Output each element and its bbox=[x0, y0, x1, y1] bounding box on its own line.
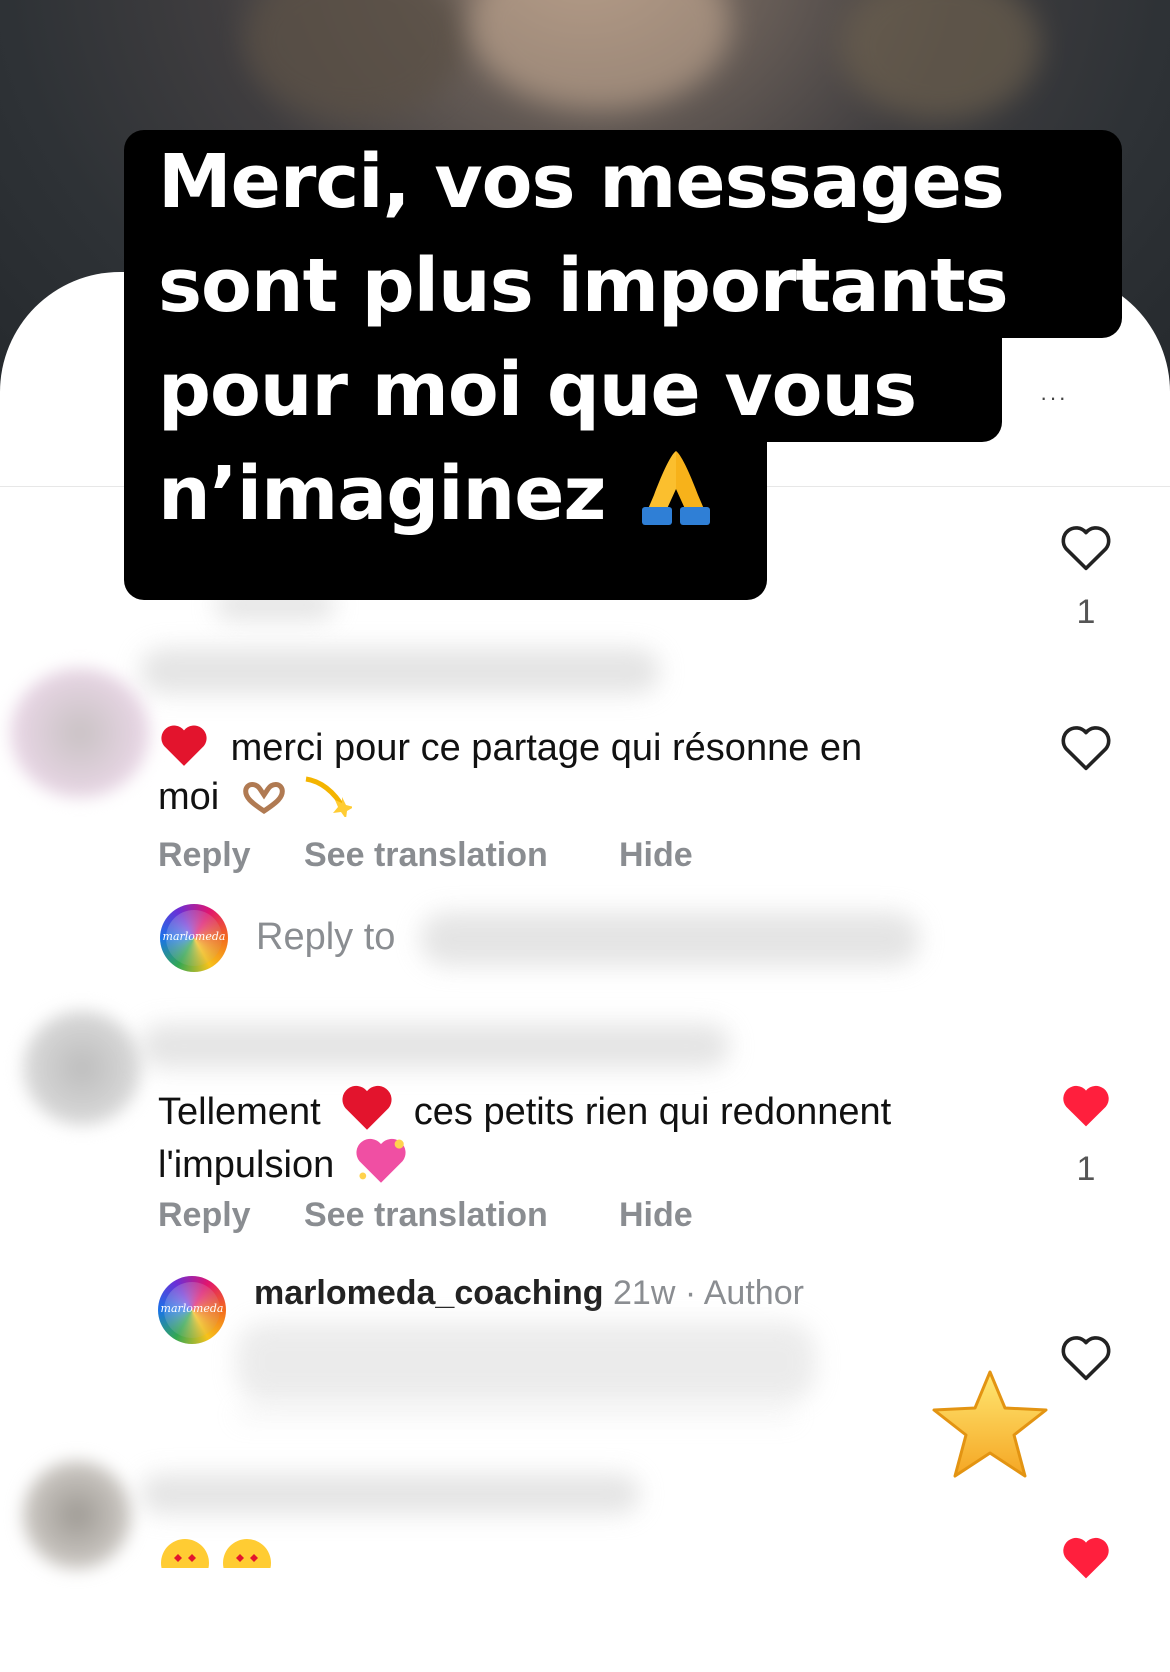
blurred-username bbox=[420, 912, 920, 966]
avatar: marlomeda bbox=[160, 904, 228, 972]
heart-filled-icon[interactable] bbox=[1059, 1532, 1113, 1582]
avatar[interactable] bbox=[22, 1010, 142, 1126]
blurred-username bbox=[140, 648, 660, 694]
avatar[interactable] bbox=[10, 668, 150, 798]
praying-hands-emoji bbox=[642, 451, 711, 525]
star-emoji bbox=[932, 1370, 1048, 1478]
caption-line: sont plus importants bbox=[124, 234, 1122, 338]
red-heart-emoji bbox=[342, 1085, 392, 1130]
author-line: marlomeda_coaching 21w · Author bbox=[254, 1274, 804, 1313]
dizzy-emoji bbox=[305, 776, 353, 817]
blurred-content bbox=[236, 1410, 796, 1420]
author-username[interactable]: marlomeda_coaching bbox=[254, 1274, 604, 1312]
more-options-icon[interactable]: ··· bbox=[1040, 385, 1068, 411]
avatar[interactable] bbox=[22, 1460, 132, 1570]
comment-text: Tellement ces petits rien qui redonnent … bbox=[158, 1082, 1028, 1188]
heart-outline-icon[interactable] bbox=[1059, 1332, 1113, 1382]
heart-filled-icon[interactable] bbox=[1059, 1080, 1113, 1130]
blurred-username bbox=[140, 1474, 640, 1514]
reply-button[interactable]: Reply bbox=[158, 1196, 251, 1235]
blurred-content bbox=[236, 1322, 816, 1402]
reply-input[interactable]: Reply to bbox=[256, 916, 395, 959]
meta-separator: · bbox=[684, 1274, 697, 1312]
reply-time: 21w bbox=[613, 1274, 676, 1312]
heart-eyes-emoji bbox=[161, 1539, 209, 1568]
avatar[interactable]: marlomeda bbox=[158, 1276, 226, 1344]
heart-outline-icon[interactable] bbox=[1059, 522, 1113, 572]
comment-text: merci pour ce partage qui résonne en moi bbox=[158, 722, 1018, 820]
red-heart-emoji bbox=[161, 725, 207, 766]
hide-button[interactable]: Hide bbox=[619, 1196, 693, 1235]
see-translation-button[interactable]: See translation bbox=[304, 836, 548, 875]
caption-line: Merci, vos messages bbox=[124, 130, 1122, 234]
heart-outline-icon[interactable] bbox=[1059, 722, 1113, 772]
heart-hands-emoji bbox=[243, 782, 285, 815]
hide-button[interactable]: Hide bbox=[619, 836, 693, 875]
sparkling-heart-emoji bbox=[356, 1138, 406, 1183]
reply-button[interactable]: Reply bbox=[158, 836, 251, 875]
like-count: 1 bbox=[1076, 1150, 1096, 1188]
caption-line: pour moi que vous bbox=[124, 338, 1002, 442]
author-badge: Author bbox=[703, 1274, 804, 1312]
heart-eyes-emoji bbox=[223, 1539, 271, 1568]
like-count: 1 bbox=[1076, 593, 1096, 631]
see-translation-button[interactable]: See translation bbox=[304, 1196, 548, 1235]
blurred-username bbox=[140, 1024, 730, 1068]
caption-line: n’imaginez bbox=[124, 442, 767, 600]
